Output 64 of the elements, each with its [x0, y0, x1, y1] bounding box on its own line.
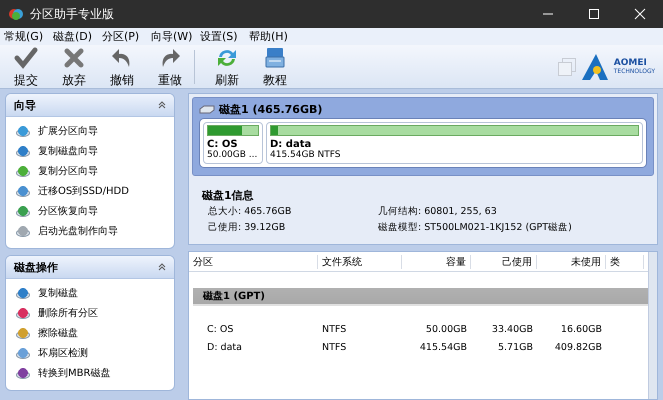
sidebar-item[interactable]: 坏扇区检测 [16, 343, 174, 363]
table-cell-text: 50.00GB [424, 324, 468, 334]
sidebar-item[interactable]: 转换到MBR磁盘 [16, 363, 174, 383]
toolbar-button[interactable]: 撤销 [98, 42, 146, 90]
toolbar-button[interactable]: 教程 [251, 42, 299, 90]
window-title: 分区助手专业版 [30, 6, 115, 22]
column-header[interactable]: 未使用 [537, 254, 606, 268]
menu-item[interactable]: 设置(S) [200, 29, 249, 44]
info-field: 磁盘模型: ST500LM021-1KJ152 (GPT磁盘) [378, 221, 644, 234]
panel-title: 磁盘操作 [14, 260, 58, 274]
disk-title: 磁盘1 (465.76GB) [219, 102, 322, 117]
check-icon [13, 44, 39, 70]
column-header[interactable]: 己使用 [471, 254, 537, 268]
partition-name: C: OS [207, 139, 239, 150]
column-header[interactable]: 分区 [189, 254, 318, 268]
partition-detail: 50.00GB ... [207, 150, 258, 160]
sidebar-item[interactable]: 分区恢复向导 [16, 201, 174, 221]
sidebar-item[interactable]: 扩展分区向导 [16, 121, 174, 141]
column-header[interactable]: 文件系统 [318, 254, 402, 268]
table-cell-text: 409.82GB [554, 342, 603, 352]
toolbar-button[interactable]: 放弃 [50, 42, 98, 90]
column-header[interactable]: 类 [606, 254, 644, 268]
disk-group-header: 磁盘1 (GPT) [193, 288, 648, 306]
panel-title: 向导 [14, 98, 36, 112]
table-cell-text: 16.60GB [560, 324, 603, 334]
toolbar-button[interactable]: 刷新 [203, 42, 251, 90]
info-title: 磁盘1信息 [202, 188, 255, 203]
table-cell-text: 33.40GB [490, 324, 534, 334]
table-cell-text: NTFS [321, 324, 348, 334]
partition-block[interactable]: C: OS 50.00GB ... [203, 122, 263, 164]
table-cell-text: 415.54GB [418, 342, 468, 352]
sidebar-item[interactable]: 删除所有分区 [16, 303, 174, 323]
sidebar-item[interactable]: 复制磁盘向导 [16, 141, 174, 161]
window-squares-icon [558, 58, 576, 76]
usage-bar [207, 125, 259, 136]
toolbar-button[interactable]: 重做 [146, 42, 194, 90]
logo-name: AOMEI [614, 58, 648, 68]
info-field: 己使用: 39.12GB [208, 221, 378, 234]
logo-icon [580, 52, 610, 80]
menu-item[interactable]: 分区(P) [102, 29, 151, 44]
menu-item[interactable]: 常规(G) [4, 29, 53, 44]
partition-block[interactable]: D: data 415.54GB NTFS [266, 122, 643, 164]
info-field: 几何结构: 60801, 255, 63 [378, 205, 644, 218]
partition-name: D: data [270, 139, 312, 150]
app-logo-icon [8, 7, 24, 21]
menu-item[interactable]: 磁盘(D) [53, 29, 102, 44]
partition-detail: 415.54GB NTFS [270, 150, 342, 160]
table-cell-text: NTFS [321, 342, 348, 352]
table-cell-text: C: OS [206, 324, 234, 334]
table-cell-text: D: data [206, 342, 243, 352]
sidebar-item[interactable]: 复制磁盘 [16, 283, 174, 303]
sidebar-item[interactable]: 复制分区向导 [16, 161, 174, 181]
sidebar-item[interactable]: 擦除磁盘 [16, 323, 174, 343]
menu-item[interactable]: 帮助(H) [249, 29, 298, 44]
sidebar-item[interactable]: 迁移OS到SSD/HDD [16, 181, 174, 201]
info-field: 总大小: 465.76GB [208, 205, 378, 218]
menu-item[interactable]: 向导(W) [151, 29, 200, 44]
toolbar-button[interactable]: 提交 [2, 42, 50, 90]
column-header[interactable]: 容量 [402, 254, 471, 268]
scrollbar[interactable] [648, 252, 657, 399]
collapse-chevron-icon[interactable] [158, 101, 166, 109]
collapse-chevron-icon[interactable] [158, 263, 166, 271]
table-cell-text: 5.71GB [496, 342, 534, 352]
sidebar-item[interactable]: 启动光盘制作向导 [16, 221, 174, 241]
